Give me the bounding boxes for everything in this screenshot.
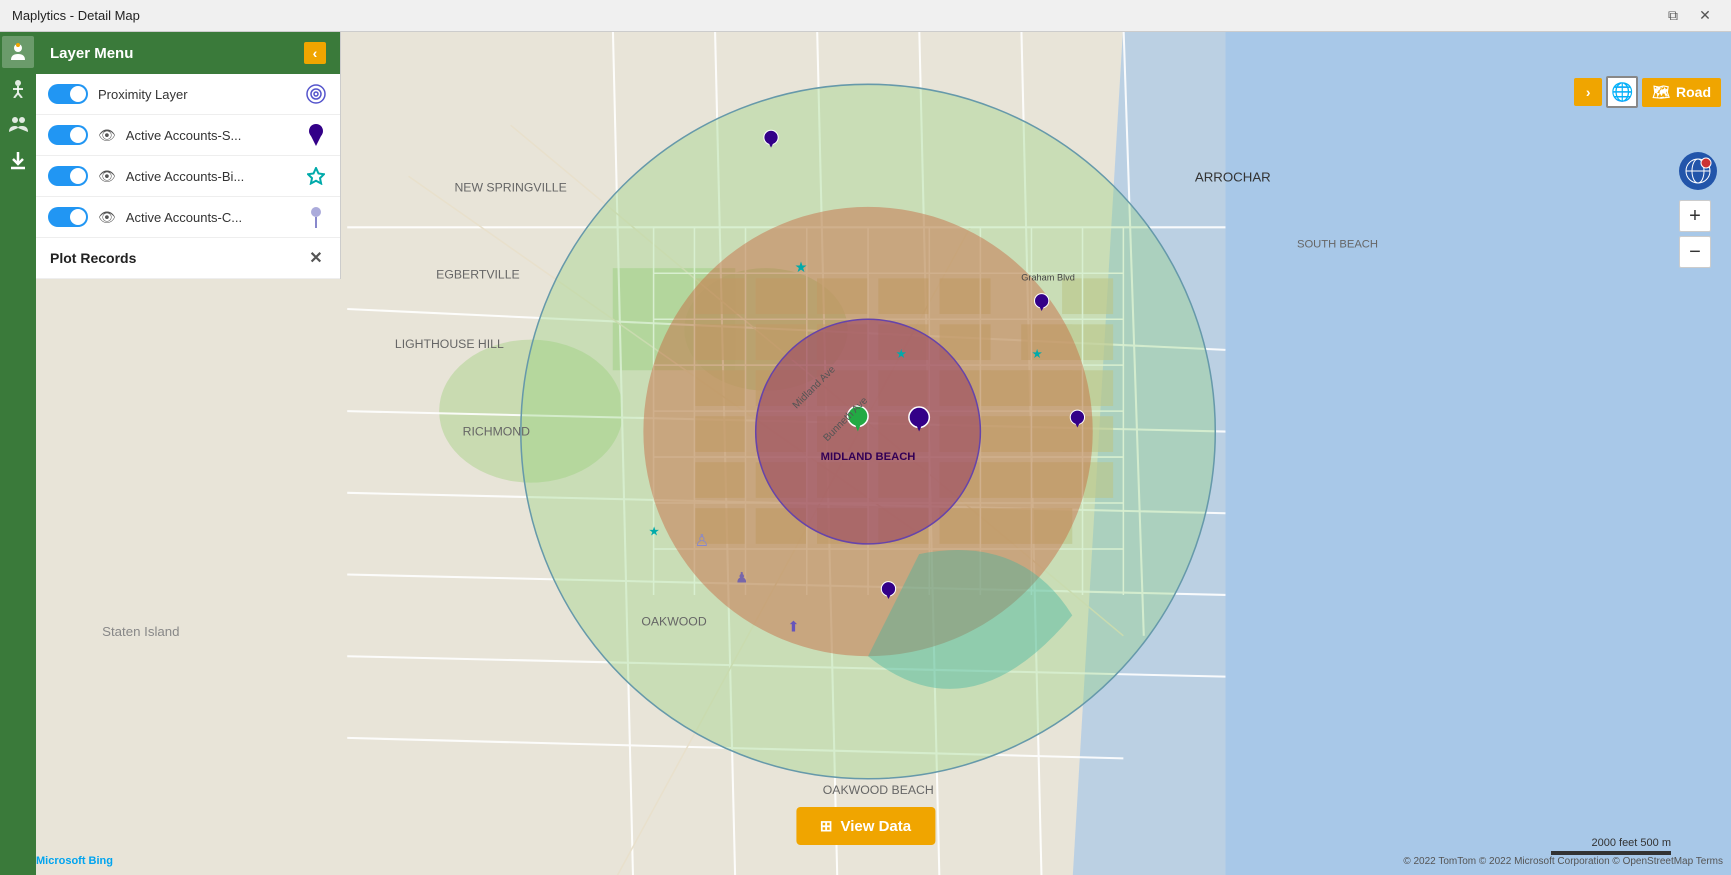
expand-button[interactable]: › [1574, 78, 1602, 106]
svg-text:♙: ♙ [694, 532, 709, 550]
close-button[interactable]: ✕ [1691, 5, 1719, 27]
accounts-bi-name: Active Accounts-Bi... [126, 169, 294, 184]
view-data-button[interactable]: ⊞ View Data [796, 807, 935, 845]
svg-text:⬆: ⬆ [787, 620, 799, 636]
app-title: Maplytics - Detail Map [12, 8, 1659, 23]
proximity-layer-icon [304, 82, 328, 106]
map-controls-top: › 🌐 🗺 Road [1574, 76, 1721, 108]
svg-text:EGBERTVILLE: EGBERTVILLE [436, 267, 520, 281]
plot-records-panel: Plot Records ✕ [36, 238, 341, 279]
svg-text:★: ★ [648, 525, 659, 539]
eye-icon-accounts-c: 👁 [98, 209, 116, 226]
collapse-button[interactable]: ‹ [304, 42, 326, 64]
layer-item-accounts-c: 👁 Active Accounts-C... [36, 197, 340, 238]
accounts-c-toggle[interactable] [48, 207, 88, 227]
plot-records-title: Plot Records [50, 250, 136, 266]
sidebar-icon-download[interactable] [2, 144, 34, 176]
accounts-c-name: Active Accounts-C... [126, 210, 294, 225]
svg-text:OAKWOOD: OAKWOOD [641, 615, 706, 629]
accounts-bi-icon [304, 164, 328, 188]
zoom-out-button[interactable]: − [1679, 236, 1711, 268]
copyright-text: © 2022 TomTom © 2022 Microsoft Corporati… [1403, 856, 1723, 867]
accounts-s-name: Active Accounts-S... [126, 128, 294, 143]
zoom-in-button[interactable]: + [1679, 200, 1711, 232]
svg-text:MIDLAND BEACH: MIDLAND BEACH [821, 451, 916, 463]
eye-icon-accounts-s: 👁 [98, 127, 116, 144]
proximity-toggle[interactable] [48, 84, 88, 104]
scale-line [1551, 851, 1671, 855]
road-icon: 🗺 [1652, 84, 1670, 101]
sidebar-icons [0, 32, 36, 875]
layer-item-proximity: Proximity Layer [36, 74, 340, 115]
svg-text:OAKWOOD BEACH: OAKWOOD BEACH [823, 783, 934, 797]
titlebar: Maplytics - Detail Map ⧉ ✕ [0, 0, 1731, 32]
scale-bar: 2000 feet 500 m [1551, 837, 1671, 855]
zoom-controls: + − [1679, 152, 1717, 268]
globe-button[interactable] [1679, 152, 1717, 190]
svg-text:LIGHTHOUSE HILL: LIGHTHOUSE HILL [395, 337, 504, 351]
road-label: Road [1676, 84, 1711, 100]
svg-text:Staten Island: Staten Island [102, 624, 179, 639]
svg-text:RICHMOND: RICHMOND [463, 425, 531, 439]
svg-text:ARROCHAR: ARROCHAR [1195, 169, 1271, 184]
svg-text:★: ★ [1031, 347, 1042, 361]
accounts-s-toggle[interactable] [48, 125, 88, 145]
layer-menu: Layer Menu ‹ Proximity Layer 👁 Active Ac… [36, 32, 341, 238]
view-data-label: View Data [840, 818, 911, 835]
bing-logo: Microsoft Bing [36, 855, 113, 867]
window-controls: ⧉ ✕ [1659, 5, 1719, 27]
road-button[interactable]: 🗺 Road [1642, 78, 1721, 107]
svg-text:Graham Blvd: Graham Blvd [1021, 272, 1075, 282]
layer-menu-header: Layer Menu ‹ [36, 32, 340, 74]
sidebar-icon-group[interactable] [2, 108, 34, 140]
accounts-c-icon [304, 205, 328, 229]
svg-text:★: ★ [795, 260, 808, 276]
svg-text:SOUTH BEACH: SOUTH BEACH [1297, 239, 1378, 251]
svg-text:♟: ♟ [735, 571, 748, 587]
scale-label: 2000 feet 500 m [1591, 837, 1671, 849]
proximity-layer-name: Proximity Layer [98, 87, 294, 102]
restore-button[interactable]: ⧉ [1659, 5, 1687, 27]
layer-item-accounts-bi: 👁 Active Accounts-Bi... [36, 156, 340, 197]
plot-records-header: Plot Records ✕ [36, 238, 340, 279]
eye-icon-accounts-bi: 👁 [98, 168, 116, 185]
layer-menu-title: Layer Menu [50, 45, 133, 62]
table-icon: ⊞ [820, 817, 833, 835]
svg-text:★: ★ [896, 347, 907, 361]
accounts-s-icon [304, 123, 328, 147]
sidebar-icon-person[interactable] [2, 36, 34, 68]
accounts-bi-toggle[interactable] [48, 166, 88, 186]
map-type-icon: 🌐 [1606, 76, 1638, 108]
plot-records-close[interactable]: ✕ [306, 248, 326, 268]
sidebar-icon-figure[interactable] [2, 72, 34, 104]
svg-text:NEW SPRINGVILLE: NEW SPRINGVILLE [454, 181, 566, 195]
layer-item-accounts-s: 👁 Active Accounts-S... [36, 115, 340, 156]
